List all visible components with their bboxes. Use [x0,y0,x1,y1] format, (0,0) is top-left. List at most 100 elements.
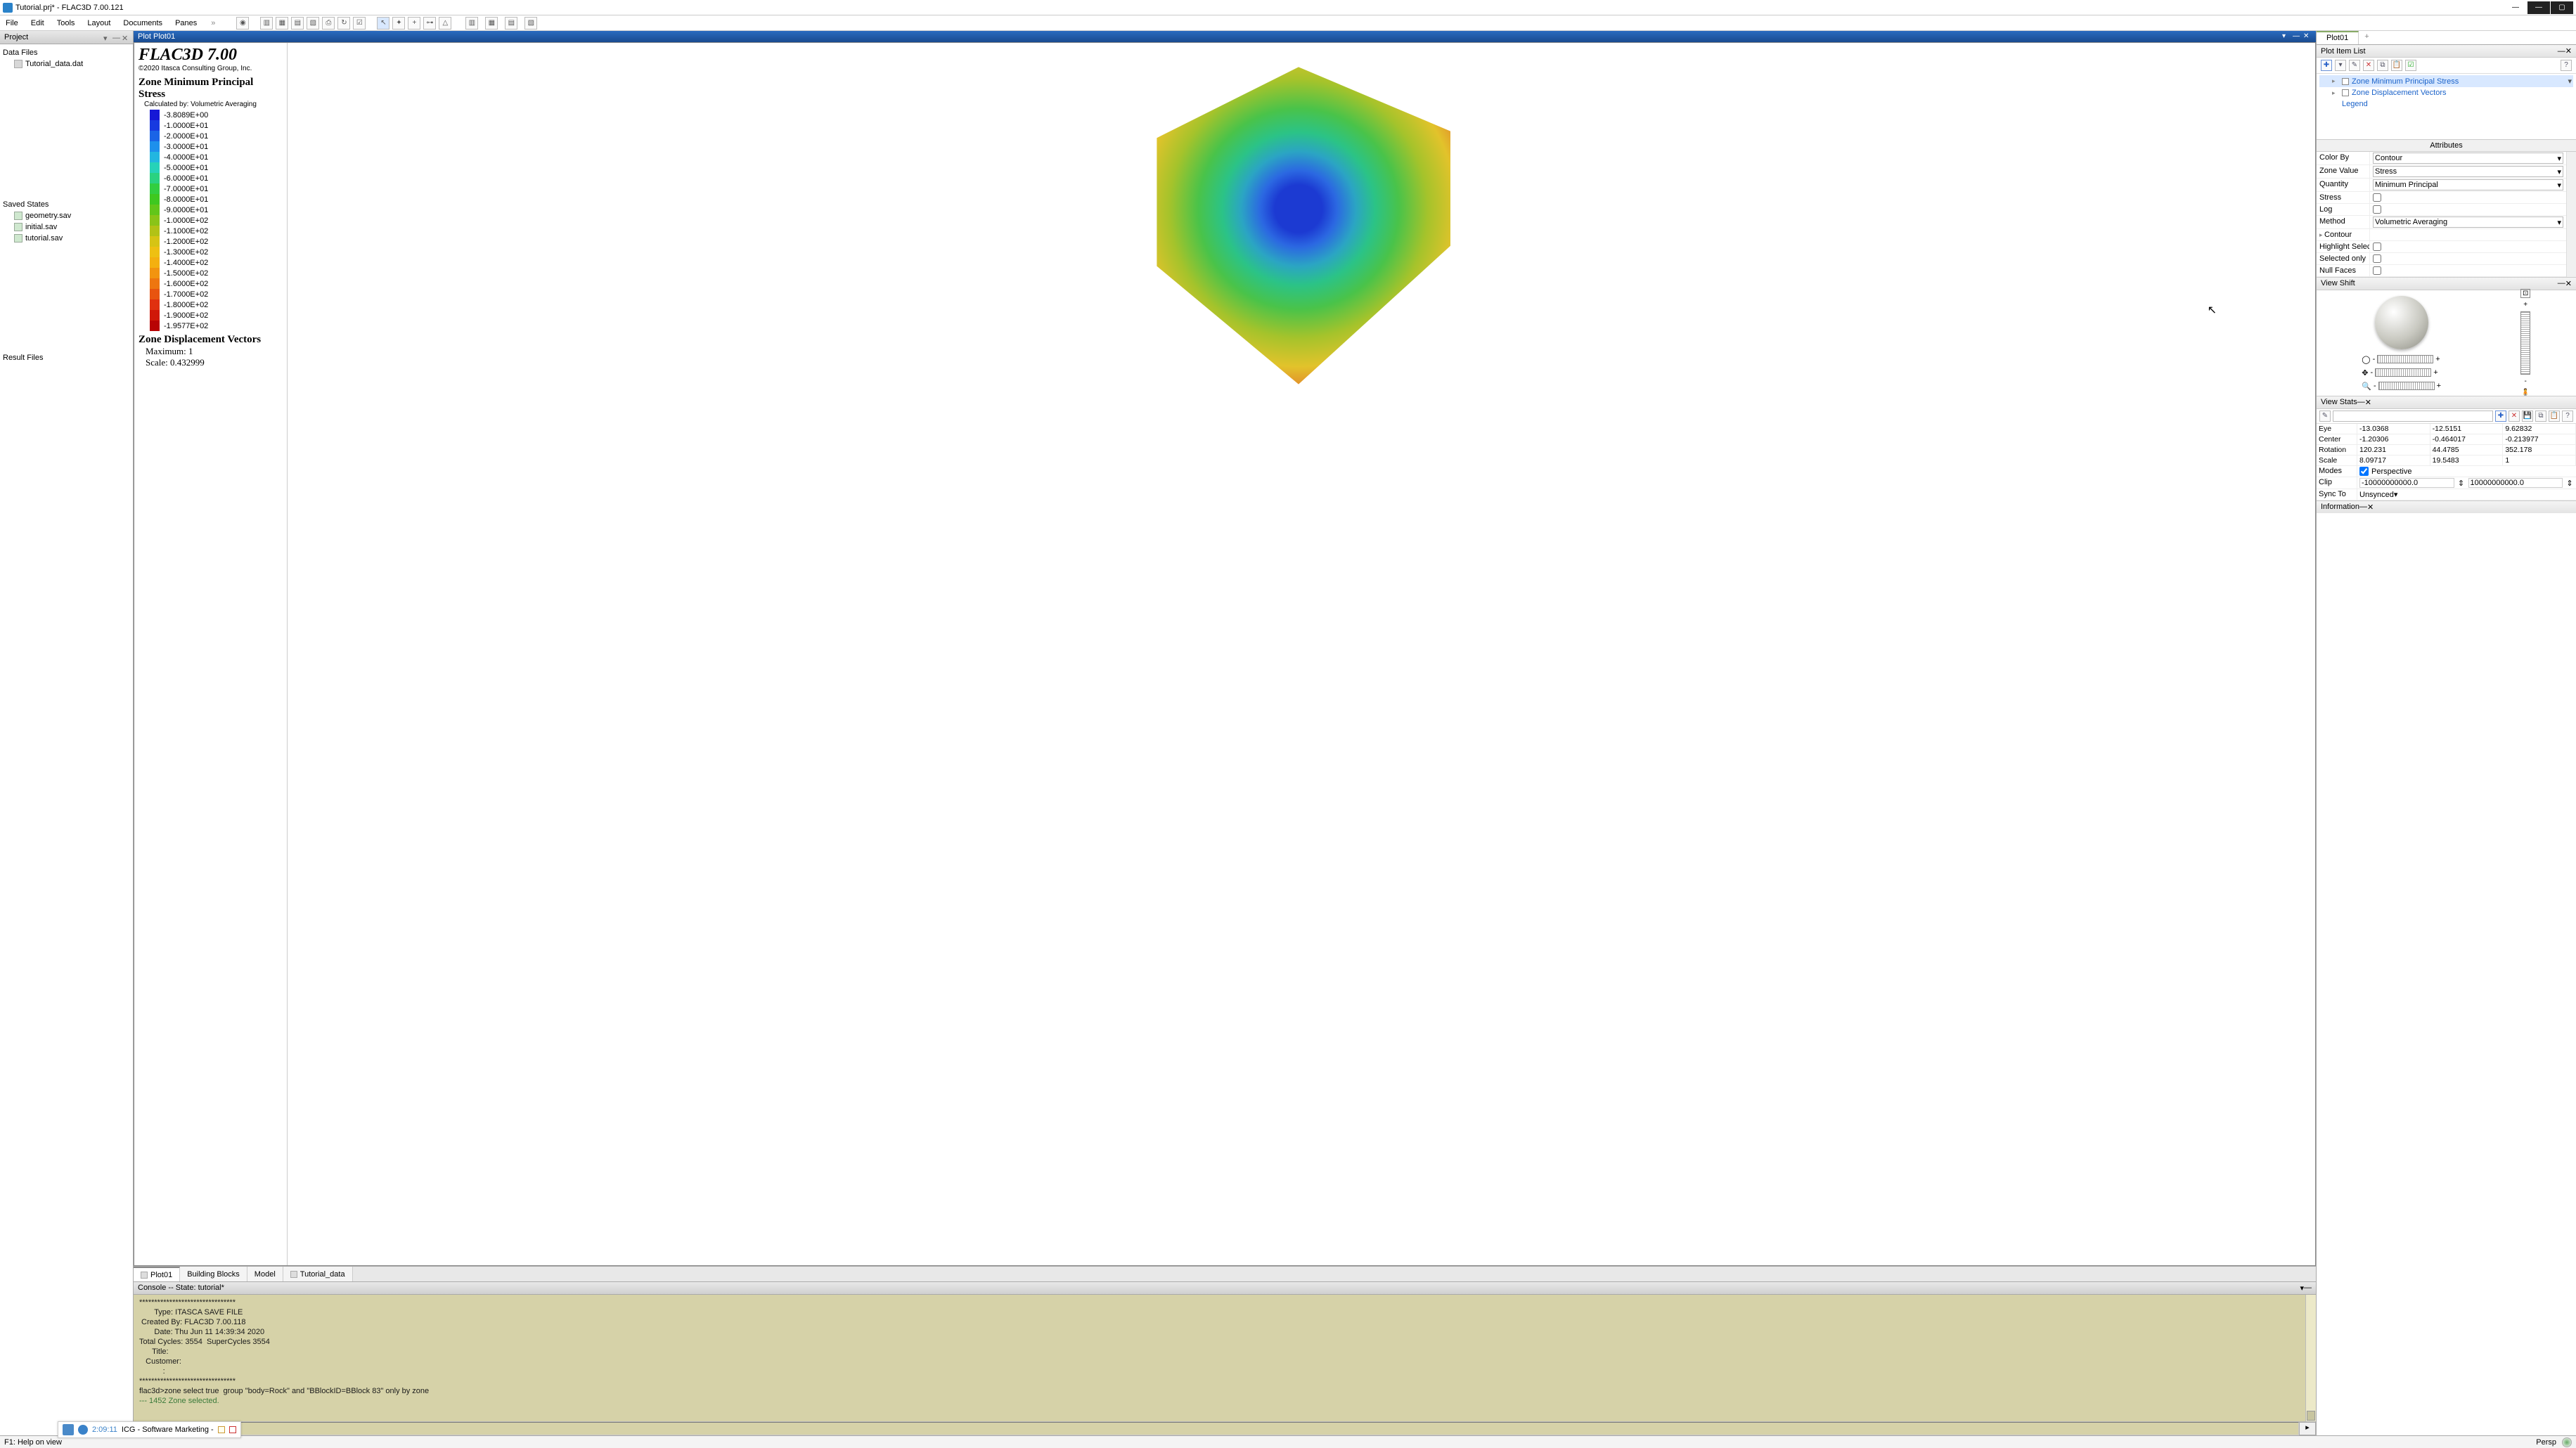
console-input[interactable] [134,1422,2299,1435]
add-plot-tab[interactable]: + [2359,31,2374,44]
delete-item-icon[interactable]: ✕ [2363,60,2374,71]
measure-icon[interactable]: △ [439,17,451,30]
center-x[interactable]: -1.20306 [2357,434,2430,445]
close-icon[interactable]: ✕ [2367,503,2374,512]
taskbar-icon-1[interactable] [218,1426,225,1433]
chevron-down-icon[interactable]: ▾ [2335,60,2346,71]
zone-value-select[interactable]: Stress▾ [2373,166,2563,177]
close-icon[interactable]: ✕ [2565,46,2572,56]
rot-z[interactable]: 352.178 [2503,445,2576,455]
eye-y[interactable]: -12.5151 [2430,424,2504,434]
view-reset-button[interactable]: ⊡ [2520,289,2530,298]
center-z[interactable]: -0.213977 [2503,434,2576,445]
plot-item-legend[interactable]: Legend [2319,98,2573,110]
menu-layout[interactable]: Layout [84,18,113,29]
saved-state-item[interactable]: initial.sav [0,221,133,233]
plot-minimize-icon[interactable]: — [2293,32,2301,41]
eye-x[interactable]: -13.0368 [2357,424,2430,434]
eye-z[interactable]: 9.62832 [2503,424,2576,434]
tab-building-blocks[interactable]: Building Blocks [180,1267,247,1281]
plot-3d-view[interactable]: ↖ [296,57,2301,1251]
console-output[interactable]: ******************************** Type: I… [134,1295,2316,1421]
copy-icon[interactable]: ⧉ [2377,60,2388,71]
sync-select[interactable]: Unsynced▾ [2359,490,2397,499]
saved-state-item[interactable]: tutorial.sav [0,233,133,244]
pointer-icon[interactable]: ↖ [377,17,389,30]
wand-icon[interactable]: ✎ [2349,60,2360,71]
plot-dropdown-icon[interactable]: ▾ [2282,32,2291,41]
clip-far[interactable]: 10000000000.0 [2468,478,2563,488]
minimize-sys-button[interactable]: — [2527,1,2550,14]
selected-only-checkbox[interactable] [2373,254,2381,263]
menu-tools[interactable]: Tools [54,18,78,29]
tab-tutorial-data[interactable]: Tutorial_data [283,1267,353,1281]
scale-z[interactable]: 1 [2503,455,2576,466]
plus-icon[interactable]: + [408,17,420,30]
taskbar-icon-2[interactable] [229,1426,236,1433]
help-icon[interactable]: ? [2561,60,2572,71]
panel1-icon[interactable]: ▥ [465,17,478,30]
highlight-checkbox[interactable] [2373,243,2381,251]
saved-state-item[interactable]: geometry.sav [0,210,133,221]
chevron-down-icon[interactable]: ▾ [2568,77,2572,86]
plot-close-icon[interactable]: ✕ [2303,32,2312,41]
rot-x[interactable]: 120.231 [2357,445,2430,455]
clip-near[interactable]: -10000000000.0 [2359,478,2454,488]
menu-panes[interactable]: Panes [172,18,200,29]
color-by-select[interactable]: Contour▾ [2373,153,2563,164]
rotate-slider[interactable] [2377,355,2433,363]
close-pane-icon[interactable]: ✕ [122,34,129,41]
taskbar-overlay[interactable]: 2:09:11 ICG - Software Marketing - [58,1421,241,1438]
plot-tab-plot01[interactable]: Plot01 [2317,31,2359,44]
panel4-icon[interactable]: ▧ [524,17,537,30]
stress-checkbox[interactable] [2373,193,2381,202]
pan-slider[interactable] [2375,368,2431,377]
method-select[interactable]: Volumetric Averaging▾ [2373,216,2563,228]
add-item-icon[interactable]: ✚ [2321,60,2332,71]
help-icon[interactable]: ? [2562,411,2573,422]
minimize-button[interactable]: — [2504,1,2527,14]
rot-y[interactable]: 44.4785 [2430,445,2504,455]
min-icon[interactable]: — [2359,503,2367,512]
apply-icon[interactable]: ☑ [2405,60,2416,71]
link-icon[interactable]: ⊶ [423,17,436,30]
menu-documents[interactable]: Documents [120,18,165,29]
close-icon[interactable]: ✕ [2565,279,2572,288]
layout4-icon[interactable]: ▧ [307,17,319,30]
menu-edit[interactable]: Edit [28,18,47,29]
check-icon[interactable]: ☑ [353,17,366,30]
wand-icon[interactable]: ✎ [2319,411,2331,422]
layout3-icon[interactable]: ▤ [291,17,304,30]
zoom-mode-icon[interactable]: 🔍 [2362,382,2371,391]
copy-view-icon[interactable]: ⧉ [2535,411,2546,422]
zoom-slider[interactable] [2378,382,2435,390]
close-icon[interactable]: ✕ [2365,398,2371,407]
console-scrollbar[interactable] [2305,1295,2316,1421]
layout2-icon[interactable]: ▦ [276,17,288,30]
perspective-checkbox[interactable] [2359,467,2369,476]
pan-mode-icon[interactable]: ✥ [2362,368,2368,377]
tab-plot01[interactable]: Plot01 [134,1267,180,1281]
console-minimize-icon[interactable]: — [2304,1284,2312,1293]
plot-viewport[interactable]: FLAC3D 7.00 ©2020 Itasca Consulting Grou… [134,42,2316,1266]
expand-icon[interactable]: ▸ [2332,89,2339,97]
scrollbar-thumb[interactable] [2307,1411,2315,1421]
attributes-scrollbar[interactable] [2566,152,2576,277]
maximize-button[interactable]: ▢ [2551,1,2573,14]
target-icon[interactable]: ✦ [392,17,405,30]
dropdown-icon[interactable]: ▾ [103,34,110,41]
plot-item-vectors[interactable]: ▸Zone Displacement Vectors [2319,87,2573,98]
null-faces-checkbox[interactable] [2373,266,2381,275]
delete-view-icon[interactable]: ✕ [2509,411,2520,422]
min-icon[interactable]: — [2558,47,2565,56]
rotate-mode-icon[interactable]: ◯ [2362,355,2370,364]
scale-x[interactable]: 8.09717 [2357,455,2430,466]
add-view-icon[interactable]: ✚ [2495,411,2506,422]
min-icon[interactable]: — [2357,398,2365,407]
min-icon[interactable]: — [2558,279,2565,288]
plot-item-stress[interactable]: ▸Zone Minimum Principal Stress▾ [2319,75,2573,87]
globe-icon[interactable]: ◉ [236,17,249,30]
refresh-icon[interactable]: ↻ [337,17,350,30]
scale-y[interactable]: 19.5483 [2430,455,2504,466]
rotation-sphere[interactable] [2375,296,2428,349]
